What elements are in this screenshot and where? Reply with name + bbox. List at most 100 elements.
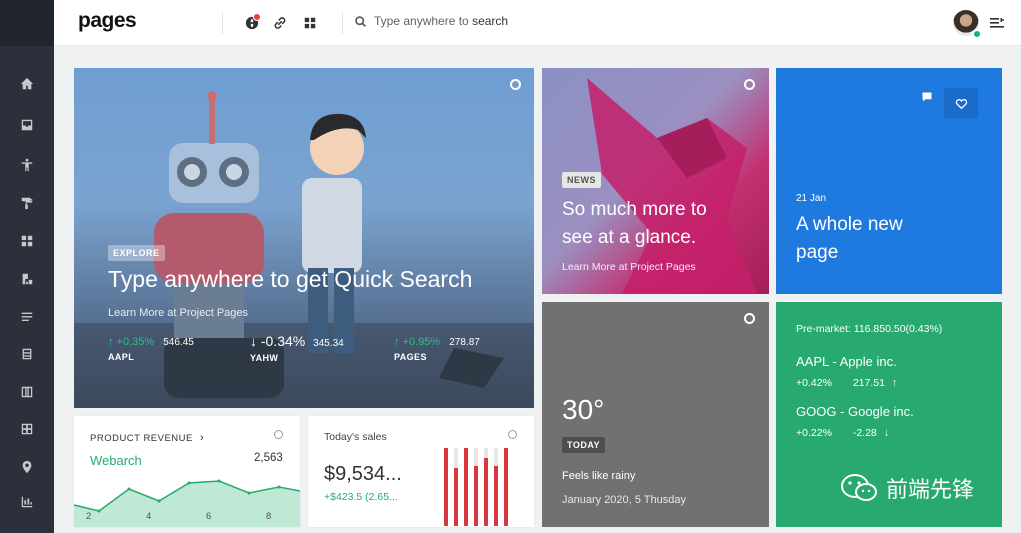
sales-delta: +$423.5 (2.65... [324, 491, 398, 503]
link-icon[interactable] [271, 14, 289, 32]
toggle-circle-icon[interactable] [744, 79, 755, 90]
page-date: 21 Jan [796, 193, 827, 204]
top-header: pages Type anywhere to search [54, 0, 1021, 46]
arrow-up-icon: ↑ [891, 377, 898, 389]
toggle-circle-icon[interactable] [510, 79, 521, 90]
market-item-row: +0.42% 217.51 ↑ [796, 377, 897, 389]
axis-tick: 2 [86, 511, 92, 522]
sidebar [0, 0, 54, 533]
sales-title: Today's sales [324, 431, 387, 443]
inbox-icon[interactable] [15, 113, 39, 137]
revenue-name: Webarch [90, 453, 142, 468]
columns-icon[interactable] [15, 380, 39, 404]
news-title-line: see at a glance. [562, 227, 697, 248]
hero-learn-more-link[interactable]: Learn More at Project Pages [108, 307, 248, 319]
revenue-title-text: PRODUCT REVENUE [90, 433, 193, 444]
tune-icon[interactable] [989, 15, 1005, 31]
market-value: -2.28 [852, 427, 877, 439]
market-change: +0.22% [796, 427, 832, 439]
page-title: A whole new page [796, 211, 903, 267]
search-bar[interactable]: Type anywhere to search [354, 14, 508, 28]
globe-icon[interactable] [243, 13, 261, 32]
stock-price: 345.34 [313, 338, 344, 349]
stock-price: 278.87 [449, 337, 480, 348]
market-item-row: +0.22% -2.28 ↓ [796, 427, 889, 439]
product-revenue-card[interactable]: PRODUCT REVENUE › Webarch 2,563 2 4 6 8 [74, 416, 300, 527]
stock-name: AAPL [108, 352, 135, 362]
paint-roller-icon[interactable] [15, 191, 39, 215]
news-learn-more-link[interactable]: Learn More at Project Pages [562, 261, 696, 273]
sales-bars [444, 448, 508, 526]
stock-name: YAHW [250, 353, 279, 363]
header-divider [342, 12, 343, 34]
news-title: So much more to see at a glance. [562, 196, 707, 252]
market-item-name: AAPL - Apple inc. [796, 354, 897, 369]
header-divider [222, 12, 223, 34]
stock-change: +0.95% [402, 336, 441, 348]
explore-badge: EXPLORE [108, 245, 165, 261]
stock-change: +0.35% [116, 336, 155, 348]
revenue-value: 2,563 [254, 452, 283, 464]
app-logo[interactable]: pages [78, 9, 137, 33]
widgets-icon[interactable] [15, 229, 39, 253]
stock-change: -0.34% [260, 333, 306, 349]
map-pin-icon[interactable] [15, 455, 39, 479]
news-card[interactable]: NEWS So much more to see at a glance. Le… [542, 68, 769, 294]
wechat-watermark: 前端先锋 [840, 472, 974, 504]
page-title-line: A whole new [796, 214, 903, 235]
revenue-title: PRODUCT REVENUE › [90, 432, 204, 444]
list-icon[interactable] [15, 305, 39, 329]
weather-card[interactable]: 30° TODAY Feels like rainy January 2020,… [542, 302, 769, 527]
market-value: 217.51 [852, 377, 885, 389]
chevron-right-icon[interactable]: › [200, 432, 204, 444]
layout-icon[interactable] [15, 490, 39, 514]
axis-tick: 8 [266, 511, 272, 522]
premarket-label: Pre-market: 116.850.50(0.43%) [796, 323, 943, 335]
home-icon[interactable] [15, 72, 39, 96]
today-badge: TODAY [562, 437, 606, 453]
database-icon[interactable] [15, 342, 39, 366]
weather-date: January 2020, 5 Thusday [562, 494, 686, 506]
sidebar-header [0, 0, 54, 46]
arrow-down-icon: ↓ [883, 427, 889, 439]
search-placeholder: Type anywhere to [374, 14, 473, 28]
notification-dot [253, 13, 261, 21]
temperature: 30° [562, 394, 605, 425]
charts-icon[interactable] [15, 267, 39, 291]
table-icon[interactable] [15, 417, 39, 441]
search-icon [355, 15, 366, 27]
toggle-circle-icon[interactable] [744, 313, 755, 324]
axis-tick: 4 [146, 511, 152, 522]
axis-tick: 6 [206, 511, 212, 522]
page-title-line: page [796, 242, 839, 263]
market-change: +0.42% [796, 377, 832, 389]
sales-amount: $9,534... [324, 463, 402, 485]
market-card[interactable]: Pre-market: 116.850.50(0.43%) AAPL - App… [776, 302, 1002, 527]
comment-icon[interactable] [921, 90, 937, 106]
stock-price: 546.45 [163, 337, 194, 348]
avatar[interactable] [953, 10, 982, 39]
apps-grid-icon[interactable] [301, 14, 319, 32]
page-card[interactable]: 21 Jan A whole new page [776, 68, 1002, 294]
news-title-line: So much more to [562, 199, 707, 220]
watermark-text: 前端先锋 [886, 477, 975, 502]
hero-card[interactable]: EXPLORE Type anywhere to get Quick Searc… [74, 68, 534, 408]
stock-pages: ↑ +0.95% 278.87 PAGES [394, 336, 480, 362]
toggle-circle-icon[interactable] [508, 430, 517, 439]
toggle-circle-icon[interactable] [274, 430, 283, 439]
hero-title: Type anywhere to get Quick Search [108, 266, 473, 292]
stock-yahw: ↓ -0.34% 345.34 YAHW [250, 333, 344, 363]
stock-aapl: ↑ +0.35% 546.45 AAPL [108, 336, 194, 362]
stock-name: PAGES [394, 352, 427, 362]
accessibility-icon[interactable] [15, 153, 39, 177]
news-badge: NEWS [562, 172, 601, 188]
hero-content: EXPLORE [108, 243, 165, 261]
favorite-button[interactable] [944, 88, 978, 118]
todays-sales-card[interactable]: Today's sales $9,534... +$423.5 (2.65... [308, 416, 534, 527]
online-status-dot [972, 29, 982, 39]
search-keyword: search [472, 14, 509, 28]
heart-icon [955, 98, 967, 109]
wechat-icon [841, 474, 877, 501]
weather-description: Feels like rainy [562, 470, 636, 482]
market-item-name: GOOG - Google inc. [796, 404, 914, 419]
